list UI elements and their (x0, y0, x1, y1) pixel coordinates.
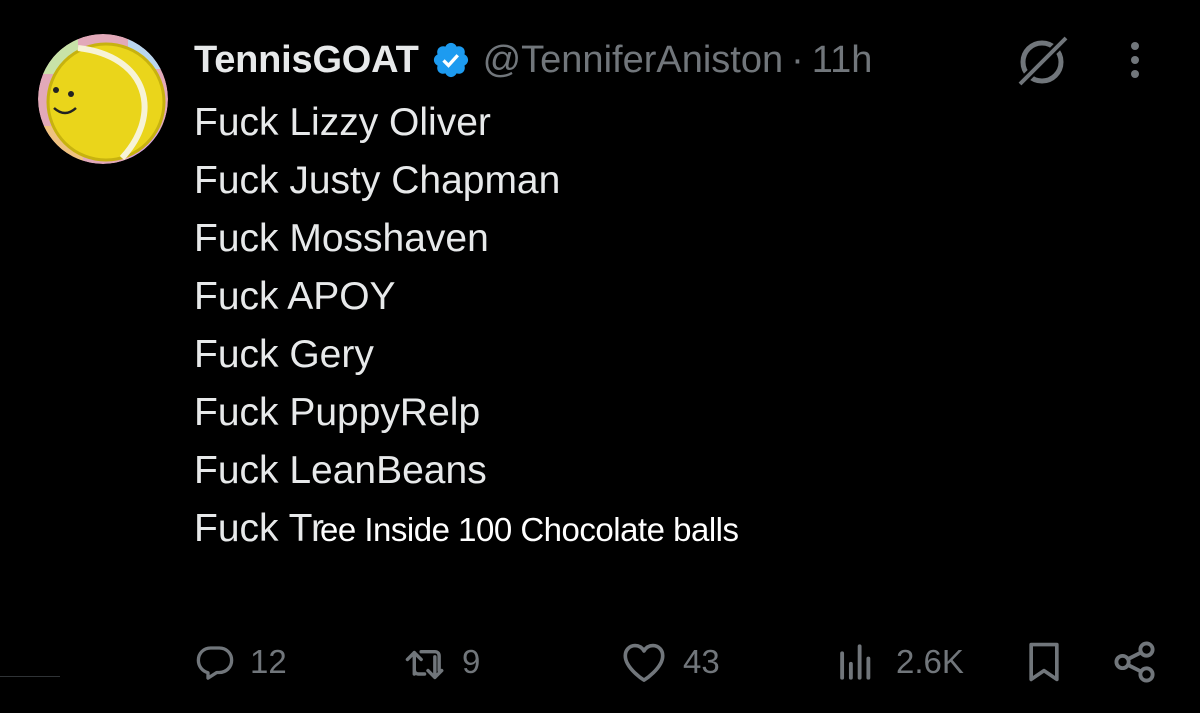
like-count: 43 (683, 643, 720, 680)
reply-button[interactable]: 12 (194, 632, 287, 692)
share-button[interactable] (1112, 632, 1158, 692)
divider (0, 676, 60, 677)
tweet-line: Fuck Justy Chapman (194, 159, 561, 202)
views-icon (836, 641, 878, 683)
grok-icon[interactable] (1012, 32, 1074, 90)
repost-button[interactable]: 9 (404, 632, 480, 692)
views-button[interactable]: 2.6K (836, 632, 964, 692)
bookmark-icon (1024, 640, 1064, 684)
reply-count: 12 (250, 643, 287, 680)
tweet-header: TennisGOAT @TenniferAniston · 11h (194, 36, 872, 84)
tweet-line: Fuck LeanBeans (194, 449, 487, 492)
last-line-edited-text: ee Inside 100 Chocolate balls (320, 511, 739, 548)
heart-icon (621, 641, 667, 683)
repost-icon (404, 641, 452, 683)
action-bar: 12 9 43 2.6K (0, 632, 1200, 692)
tennis-ball-avatar-icon (38, 34, 168, 164)
tweet-line: Fuck PuppyRelp (194, 391, 481, 434)
last-line-prefix: Fuck Tr (194, 507, 325, 550)
tweet: TennisGOAT @TenniferAniston · 11h Fuck L… (0, 0, 1200, 713)
verified-badge-icon[interactable] (431, 40, 471, 80)
tweet-line: Fuck Mosshaven (194, 217, 489, 260)
tweet-line-last: Fuck Tree Inside 100 Chocolate balls (194, 500, 739, 558)
tweet-text: Fuck Lizzy Oliver Fuck Justy Chapman Fuc… (194, 94, 739, 558)
like-button[interactable]: 43 (621, 632, 720, 692)
tweet-line: Fuck Lizzy Oliver (194, 101, 491, 144)
user-handle[interactable]: @TenniferAniston (483, 39, 784, 82)
tweet-line: Fuck APOY (194, 275, 396, 318)
repost-count: 9 (462, 643, 481, 680)
more-icon[interactable] (1120, 38, 1150, 82)
display-name[interactable]: TennisGOAT (194, 39, 419, 82)
tweet-line: Fuck Gery (194, 333, 374, 376)
post-time[interactable]: 11h (812, 39, 873, 82)
avatar[interactable] (38, 34, 168, 164)
view-count: 2.6K (896, 643, 964, 680)
bookmark-button[interactable] (1024, 632, 1064, 692)
reply-icon (194, 641, 236, 683)
header-separator: · (791, 38, 804, 81)
share-icon (1112, 639, 1158, 685)
